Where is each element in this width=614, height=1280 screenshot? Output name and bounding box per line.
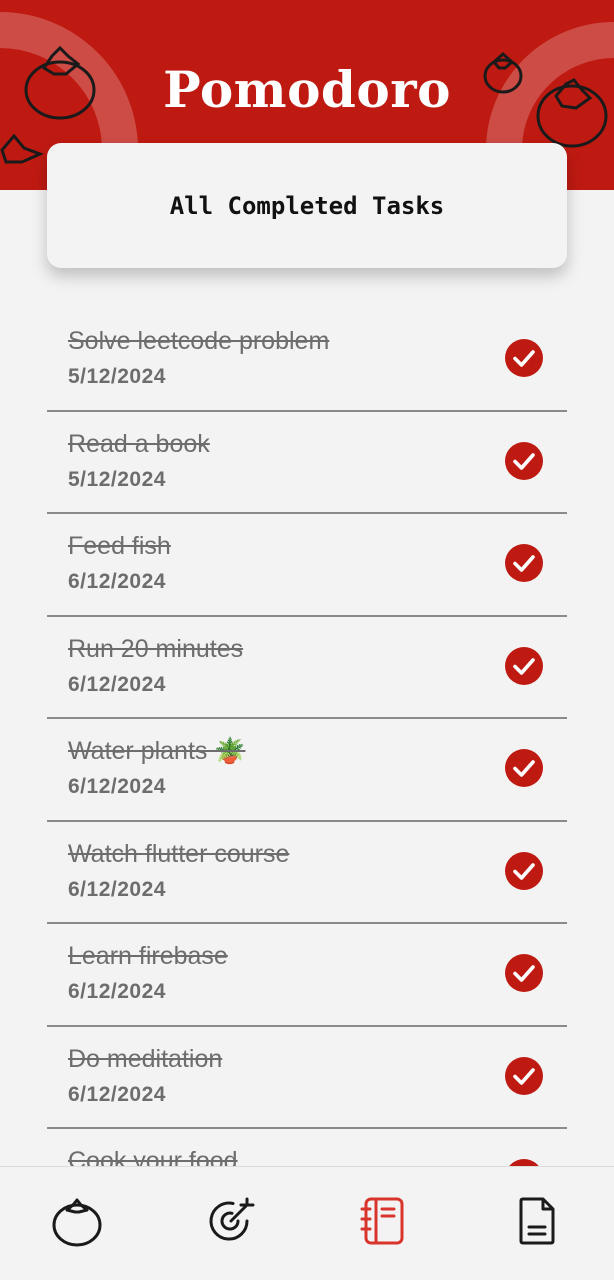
task-item[interactable]: Read a book 5/12/2024 <box>47 412 567 514</box>
task-name: Watch flutter course <box>68 839 290 868</box>
task-item[interactable]: Run 20 minutes 6/12/2024 <box>47 617 567 719</box>
task-date: 6/12/2024 <box>68 980 166 1003</box>
check-circle-icon[interactable] <box>505 749 543 787</box>
check-circle-icon[interactable] <box>505 544 543 582</box>
task-name: Solve leetcode problem <box>68 327 330 355</box>
task-date: 6/12/2024 <box>68 775 166 798</box>
nav-notes-button[interactable] <box>507 1191 567 1251</box>
target-icon <box>209 1197 255 1241</box>
task-name: Run 20 minutes <box>68 634 244 663</box>
nav-completed-button[interactable] <box>354 1191 414 1251</box>
task-item[interactable]: Feed fish 6/12/2024 <box>47 514 567 617</box>
task-item[interactable]: Water plants 🪴 6/12/2024 <box>47 719 567 822</box>
task-item[interactable]: Solve leetcode problem 5/12/2024 <box>47 309 567 412</box>
task-date: 6/12/2024 <box>68 570 166 593</box>
check-circle-icon[interactable] <box>505 339 543 377</box>
task-name: Read a book <box>68 429 210 458</box>
check-circle-icon[interactable] <box>505 851 543 890</box>
task-date: 6/12/2024 <box>68 672 166 696</box>
check-circle-icon[interactable] <box>505 954 543 992</box>
check-circle-icon[interactable] <box>505 646 543 685</box>
task-name: Feed fish <box>68 532 171 560</box>
section-title: All Completed Tasks <box>169 191 445 220</box>
check-circle-icon[interactable] <box>505 1056 543 1095</box>
nav-goals-button[interactable] <box>201 1191 261 1251</box>
completed-task-list: Solve leetcode problem 5/12/2024 Read a … <box>47 309 567 1232</box>
task-date: 5/12/2024 <box>68 365 166 388</box>
nav-tomato-button[interactable] <box>47 1191 107 1251</box>
notebook-icon <box>360 1197 404 1245</box>
task-date: 6/12/2024 <box>68 1082 166 1106</box>
task-item[interactable]: Watch flutter course 6/12/2024 <box>47 822 567 924</box>
task-item[interactable]: Do meditation 6/12/2024 <box>47 1027 567 1129</box>
task-name: Do meditation <box>68 1044 223 1073</box>
task-item[interactable]: Learn firebase 6/12/2024 <box>47 924 567 1027</box>
check-circle-icon[interactable] <box>505 441 543 480</box>
bottom-navigation-bar <box>0 1166 614 1280</box>
task-date: 5/12/2024 <box>68 467 166 491</box>
section-header-card: All Completed Tasks <box>47 143 567 268</box>
document-icon <box>519 1197 555 1245</box>
app-title: Pomodoro <box>163 60 451 119</box>
tomato-icon <box>52 1198 102 1247</box>
task-date: 6/12/2024 <box>68 877 166 901</box>
task-name: Learn firebase <box>68 942 228 970</box>
task-name: Water plants 🪴 <box>68 737 246 765</box>
